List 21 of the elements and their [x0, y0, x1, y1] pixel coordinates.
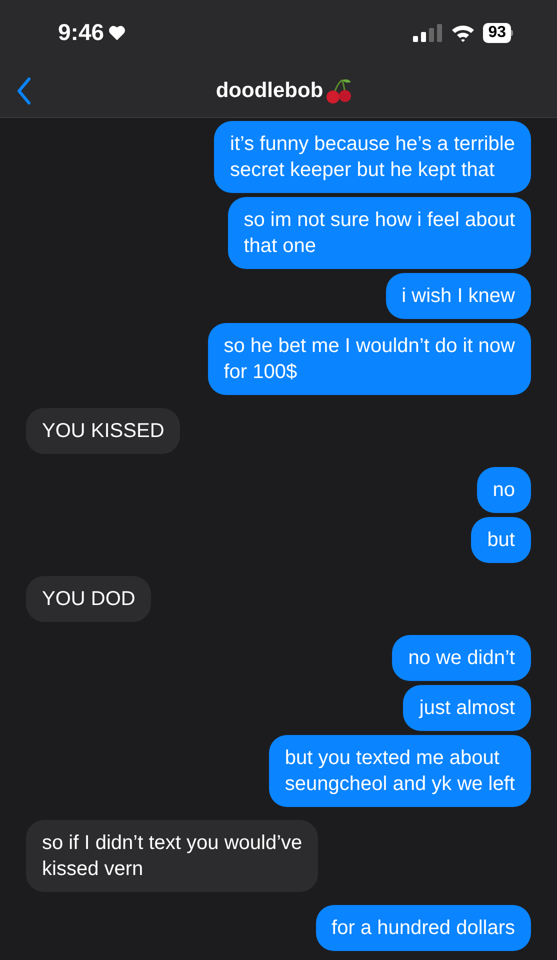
- battery-icon: 93: [483, 22, 513, 43]
- message-bubble: but: [471, 517, 531, 563]
- message-bubble: YOU KISSED: [26, 408, 180, 454]
- back-icon[interactable]: [16, 77, 32, 106]
- contact-name[interactable]: doodlebob: [216, 75, 324, 107]
- message-bubble: but you texted me about seungcheol and yk we left: [268, 735, 531, 807]
- wifi-icon: [451, 24, 476, 42]
- cherry-icon: [325, 78, 354, 104]
- signal-icon: [413, 24, 444, 42]
- status-time: 9:46: [58, 18, 104, 48]
- message-bubble: for a hundred dollars: [316, 905, 531, 951]
- message-bubble: YOU DOD: [26, 576, 152, 622]
- message-bubble: i wish I knew: [386, 273, 531, 319]
- message-bubble: just almost: [403, 685, 531, 731]
- message-bubble: no we didn’t: [392, 635, 531, 681]
- message-bubble: so im not sure how i feel about that one: [228, 197, 531, 269]
- heart-icon: [108, 24, 126, 41]
- message-bubble: it’s funny because he’s a terrible secret keeper but he kept that: [214, 121, 531, 193]
- message-bubble: so he bet me I wouldn’t do it now for 100$: [208, 323, 531, 395]
- message-bubble: no: [476, 467, 531, 513]
- message-bubble: so if I didn’t text you would’ve kissed vern: [26, 820, 318, 892]
